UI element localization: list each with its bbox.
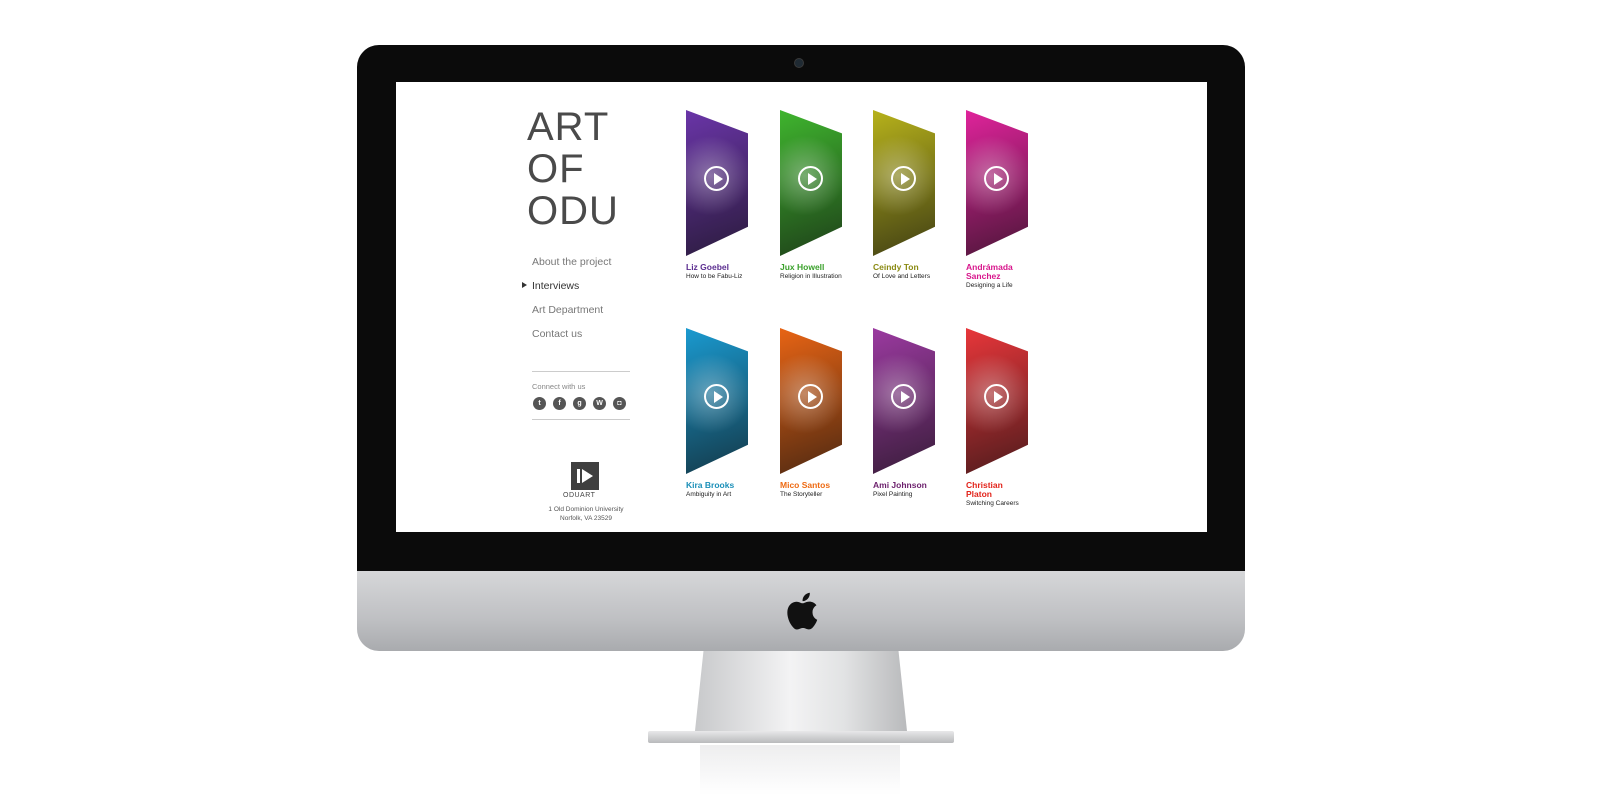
play-icon[interactable] (891, 166, 916, 191)
interview-subtitle: Switching Careers (966, 500, 1019, 507)
address: 1 Old Dominion University Norfolk, VA 23… (526, 505, 646, 523)
social-links: t f g W ◘ (533, 397, 626, 410)
stand-foot (648, 731, 954, 743)
interview-card[interactable]: Ceindy Ton Of Love and Letters (873, 110, 937, 281)
interview-name[interactable]: Liz Goebel (686, 263, 750, 272)
interview-card[interactable]: Jux Howell Religion in Illustration (780, 110, 844, 281)
interview-thumbnail[interactable] (873, 328, 935, 474)
interview-thumbnail[interactable] (966, 110, 1028, 256)
nav-label: Interviews (532, 280, 580, 292)
address-line: Norfolk, VA 23529 (560, 515, 612, 522)
interview-subtitle: How to be Fabu-Liz (686, 273, 743, 280)
title-line: ODU (527, 189, 619, 233)
wordpress-icon[interactable]: W (593, 397, 606, 410)
interview-thumbnail[interactable] (873, 110, 935, 256)
interview-subtitle: The Storyteller (780, 491, 823, 498)
nav-item-contact[interactable]: Contact us (532, 327, 642, 351)
stand-reflection (700, 745, 900, 795)
facebook-icon[interactable]: f (553, 397, 566, 410)
interview-name[interactable]: Andrámada Sanchez (966, 263, 1030, 281)
interview-subtitle: Designing a Life (966, 282, 1013, 289)
nav-item-interviews[interactable]: Interviews (522, 279, 642, 303)
interview-name[interactable]: Mico Santos (780, 481, 844, 490)
nav-item-art-department[interactable]: Art Department (532, 303, 642, 327)
interview-thumbnail[interactable] (780, 328, 842, 474)
play-icon[interactable] (798, 166, 823, 191)
interview-name[interactable]: Christian Platon (966, 481, 1030, 499)
play-icon[interactable] (984, 166, 1009, 191)
play-icon[interactable] (891, 384, 916, 409)
interview-thumbnail[interactable] (686, 328, 748, 474)
twitter-icon[interactable]: t (533, 397, 546, 410)
active-arrow-icon (522, 282, 527, 288)
apple-logo-icon (787, 592, 818, 630)
interview-subtitle: Ambiguity in Art (686, 491, 732, 498)
screen: ART OF ODU About the project Interviews … (396, 82, 1207, 532)
play-icon[interactable] (704, 384, 729, 409)
interview-thumbnail[interactable] (780, 110, 842, 256)
interview-card[interactable]: Christian Platon Switching Careers (966, 328, 1030, 508)
interview-subtitle: Pixel Painting (873, 491, 913, 498)
play-icon[interactable] (704, 166, 729, 191)
title-line: OF (527, 147, 585, 191)
interview-name[interactable]: Ceindy Ton (873, 263, 937, 272)
interview-card[interactable]: Liz Goebel How to be Fabu-Liz (686, 110, 750, 281)
main-nav: About the project Interviews Art Departm… (522, 255, 642, 351)
interview-thumbnail[interactable] (686, 110, 748, 256)
instagram-icon[interactable]: ◘ (613, 397, 626, 410)
interview-name[interactable]: Ami Johnson (873, 481, 937, 490)
camera-icon (794, 58, 804, 68)
play-icon[interactable] (798, 384, 823, 409)
nav-label: Contact us (532, 328, 583, 340)
google-plus-icon[interactable]: g (573, 397, 586, 410)
play-icon[interactable] (984, 384, 1009, 409)
connect-label: Connect with us (532, 382, 586, 391)
imac-mockup: ART OF ODU About the project Interviews … (0, 0, 1600, 809)
divider (532, 371, 630, 372)
interview-card[interactable]: Kira Brooks Ambiguity in Art (686, 328, 750, 499)
interview-subtitle: Religion in Illustration (780, 273, 842, 280)
nav-item-about[interactable]: About the project (532, 255, 642, 279)
interview-name[interactable]: Jux Howell (780, 263, 844, 272)
interview-card[interactable]: Ami Johnson Pixel Painting (873, 328, 937, 499)
stand-neck (695, 651, 907, 731)
title-line: ART (527, 105, 610, 149)
site-title[interactable]: ART OF ODU (527, 106, 619, 232)
interview-card[interactable]: Mico Santos The Storyteller (780, 328, 844, 499)
interview-name[interactable]: Kira Brooks (686, 481, 750, 490)
interview-thumbnail[interactable] (966, 328, 1028, 474)
interview-subtitle: Of Love and Letters (873, 273, 931, 280)
nav-label: About the project (532, 256, 612, 268)
address-line: 1 Old Dominion University (548, 506, 624, 513)
interview-card[interactable]: Andrámada Sanchez Designing a Life (966, 110, 1030, 290)
oduart-logo-icon[interactable] (571, 462, 599, 490)
nav-label: Art Department (532, 304, 604, 316)
divider (532, 419, 630, 420)
logo-text: ODUART (563, 492, 596, 499)
